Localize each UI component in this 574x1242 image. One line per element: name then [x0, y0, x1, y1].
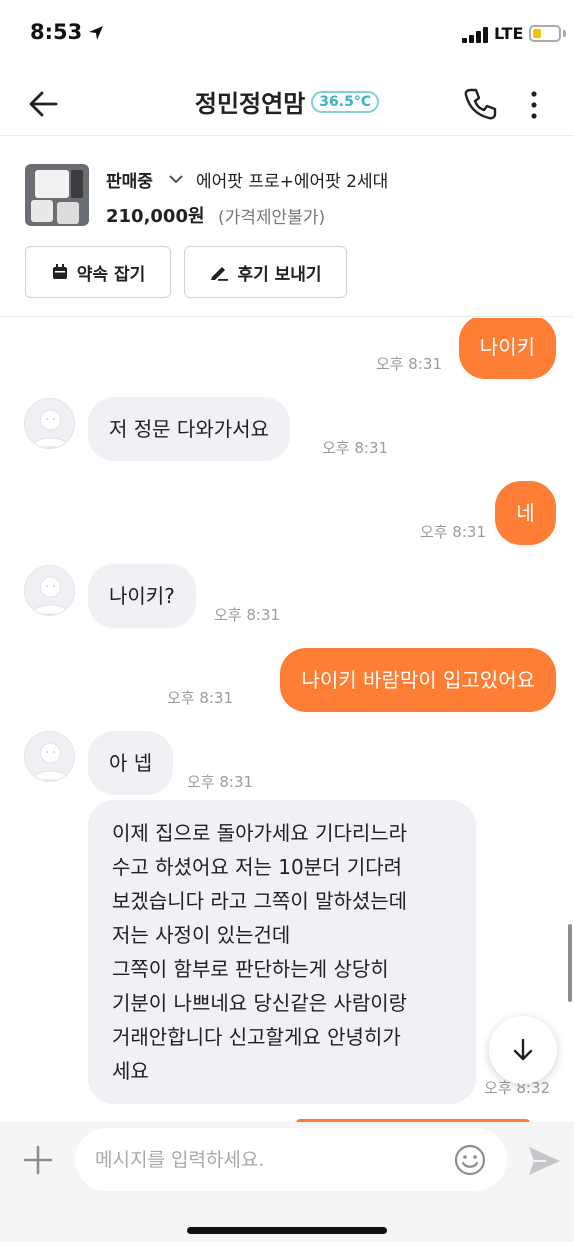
message-bubble-partner[interactable]: 아 넵 [88, 731, 174, 795]
chat-messages[interactable]: 나이키 오후 8:31 저 정문 다와가서요 오후 8:31 네 오후 8:31… [0, 318, 574, 1122]
message-bubble-mine[interactable]: 네 [495, 481, 556, 545]
partner-avatar[interactable] [24, 398, 75, 449]
home-indicator [187, 1227, 387, 1234]
signal-icon [462, 27, 490, 43]
avatar-placeholder-icon [31, 742, 70, 781]
message-bubble-mine[interactable]: 나이키 바람막이 입고있어요 [280, 648, 556, 712]
network-label: LTE [494, 24, 524, 43]
message-bubble-partner[interactable]: 저 정문 다와가서요 [88, 397, 290, 461]
message-time: 오후 8:31 [375, 355, 442, 373]
price-negotiation-note: (가격제안불가) [218, 208, 326, 228]
review-button-label: 후기 보내기 [237, 264, 322, 285]
chat-header: 정민정연맘 36.5°C [0, 70, 574, 136]
message-line: 거래안합니다 신고할게요 안녕히가 [112, 1025, 401, 1049]
message-line: 기분이 나쁘네요 당신같은 사람이랑 [112, 991, 408, 1015]
battery-cap [563, 30, 566, 37]
status-time: 8:53 [30, 20, 83, 44]
send-icon[interactable] [526, 1143, 562, 1179]
product-title: 에어팟 프로+에어팟 2세대 [196, 172, 389, 192]
message-bubble-mine[interactable]: 나이키 [458, 318, 556, 379]
chevron-down-icon[interactable] [168, 173, 184, 185]
product-thumbnail[interactable] [25, 164, 89, 226]
pencil-icon [211, 267, 229, 281]
promise-button-label: 약속 잡기 [76, 264, 146, 285]
plus-icon[interactable] [20, 1142, 56, 1178]
phone-icon[interactable] [462, 86, 498, 122]
avatar-placeholder-icon [31, 409, 70, 448]
more-vertical-icon[interactable] [520, 88, 548, 122]
battery-icon [529, 25, 561, 42]
message-composer [0, 1122, 574, 1242]
message-time: 오후 8:31 [322, 439, 389, 457]
message-input[interactable] [75, 1128, 507, 1191]
message-time: 오후 8:31 [419, 523, 486, 541]
message-line: 보겠습니다 라고 그쪽이 말하셨는데 [112, 889, 408, 913]
message-bubble-partner-long[interactable]: 이제 집으로 돌아가세요 기다리느라 수고 하셨어요 저는 10분더 기다려 보… [88, 800, 476, 1104]
location-arrow-icon [89, 26, 103, 40]
avatar-placeholder-icon [31, 576, 70, 615]
sale-status-dropdown[interactable]: 판매중 [106, 167, 153, 192]
partner-avatar[interactable] [24, 565, 75, 616]
partner-name[interactable]: 정민정연맘 [195, 90, 305, 118]
scrollbar[interactable] [568, 924, 572, 1002]
message-time: 오후 8:31 [167, 689, 234, 707]
calendar-icon [52, 264, 67, 279]
manner-temperature-badge[interactable]: 36.5°C [311, 90, 380, 113]
message-line: 이제 집으로 돌아가세요 기다리느라 [112, 821, 408, 845]
message-line: 세요 [112, 1059, 149, 1083]
product-price: 210,000원 [106, 206, 205, 227]
scroll-to-bottom-button[interactable] [489, 1016, 557, 1084]
message-line: 수고 하셨어요 저는 10분더 기다려 [112, 855, 403, 879]
partner-avatar[interactable] [24, 731, 75, 782]
review-button[interactable]: 후기 보내기 [184, 246, 347, 298]
message-time: 오후 8:31 [214, 606, 281, 624]
message-time: 오후 8:31 [187, 773, 254, 791]
arrow-down-icon [513, 1038, 533, 1061]
promise-button[interactable]: 약속 잡기 [25, 246, 171, 298]
product-bar: 판매중 에어팟 프로+에어팟 2세대 210,000원 (가격제안불가) 약속 … [0, 137, 574, 317]
status-bar: 8:53 LTE [0, 0, 574, 70]
message-line: 저는 사정이 있는건데 [112, 923, 291, 947]
message-line: 그쪽이 함부로 판단하는게 상당히 [112, 957, 389, 981]
emoji-icon[interactable] [453, 1143, 487, 1177]
message-bubble-partner[interactable]: 나이키? [88, 564, 196, 628]
